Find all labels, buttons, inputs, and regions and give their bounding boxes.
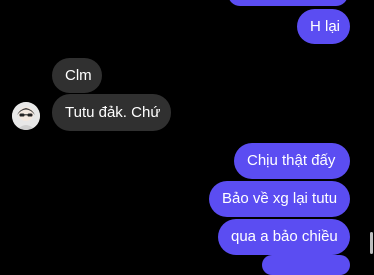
message-outgoing[interactable]: qua a bảo chiều [218,219,350,255]
message-text: Chịu thật đấy [247,152,336,169]
message-text: qua a bảo chiều [231,228,338,245]
message-text: Bảo về xg lại tutu [222,190,338,207]
message-text: Clm [65,66,92,84]
scrollbar[interactable] [370,232,373,254]
message-outgoing[interactable]: H lại [297,9,350,44]
message-outgoing[interactable]: Bảo về xg lại tutu [209,181,350,217]
message-text: Tutu đảk. Chứ [65,103,161,121]
message-outgoing[interactable] [228,0,348,6]
message-incoming[interactable]: Clm [52,58,102,93]
avatar-icon [12,102,40,130]
message-outgoing[interactable] [262,255,350,275]
message-incoming[interactable]: Tutu đảk. Chứ [52,94,171,131]
message-text: H lại [310,17,341,35]
contact-avatar[interactable] [12,102,40,130]
message-outgoing[interactable]: Chịu thật đấy [234,143,350,179]
